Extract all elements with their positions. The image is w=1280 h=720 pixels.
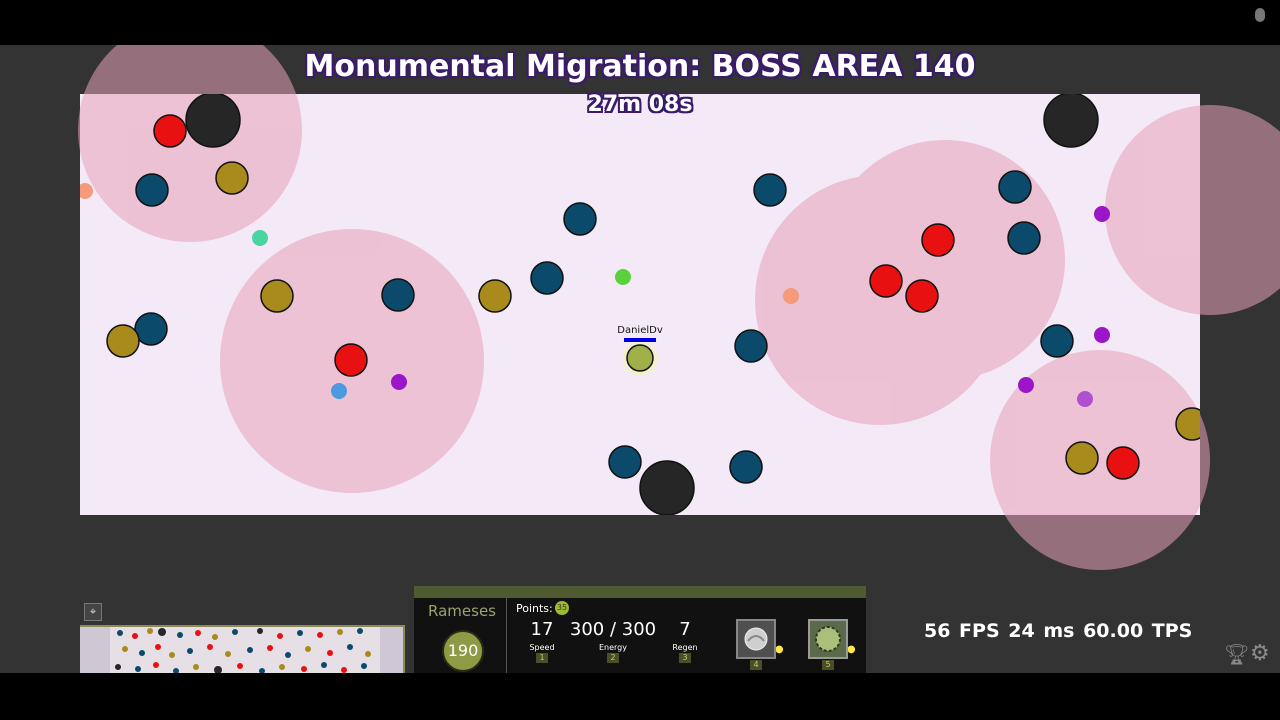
hero-name: Rameses (428, 602, 496, 620)
enemy-blue (135, 173, 169, 207)
map-pin-icon[interactable]: ⌖ (84, 603, 102, 621)
performance-readout: 56 FPS 24 ms 60.00 TPS (924, 620, 1192, 642)
fps-counter: 56 FPS (924, 620, 1000, 642)
orb-blue (331, 383, 347, 399)
enemy-blue (729, 450, 763, 484)
enemy-olive (260, 279, 294, 313)
enemy-blue (1040, 324, 1074, 358)
enemy-blue (134, 312, 168, 346)
enemy-aura (825, 140, 1065, 380)
orb-orange (783, 288, 799, 304)
player-name: DanielDv (617, 325, 663, 336)
stat-regen-key: 3 (679, 653, 691, 663)
enemy-red (334, 343, 368, 377)
enemy-olive (215, 161, 249, 195)
minimap-dots (110, 627, 380, 673)
orb-green (615, 269, 631, 285)
ability-2-key-label: 5 (822, 660, 834, 670)
player-energy-bar (624, 338, 656, 342)
stat-energy-value: 300 / 300 (569, 619, 657, 640)
minimap[interactable] (80, 625, 405, 673)
stat-speed-key: 1 (536, 653, 548, 663)
orb-purple (1094, 327, 1110, 343)
stat-speed-label: Speed (529, 643, 555, 652)
orb-purple (1018, 377, 1034, 393)
tps-counter: 60.00 TPS (1083, 620, 1193, 642)
ping-counter: 24 ms (1008, 620, 1075, 642)
stat-energy[interactable]: 300 / 300 Energy 2 (568, 620, 658, 663)
enemy-blue (1007, 221, 1041, 255)
stat-speed-value: 17 (530, 619, 554, 640)
ability-2-key: 5 (822, 659, 834, 670)
hero-level-badge: 190 (442, 630, 484, 672)
enemy-aura (1105, 105, 1280, 315)
enemy-olive (1065, 441, 1099, 475)
stat-regen-value: 7 (679, 619, 691, 640)
game-viewport[interactable]: Monumental Migration: BOSS AREA 140 27m … (0, 45, 1280, 673)
orb-purple (391, 374, 407, 390)
area-timer: 27m 08s (587, 92, 693, 117)
stat-energy-label: Energy (598, 643, 627, 652)
stat-energy-key: 2 (607, 653, 619, 663)
mouse-indicator-icon (1255, 8, 1265, 22)
enemy-blue (734, 329, 768, 363)
ability-1-key: 4 (750, 659, 762, 670)
hud-experience-bar (414, 586, 866, 598)
area-title: Monumental Migration: BOSS AREA 140 (304, 49, 976, 84)
orb-purple (1077, 391, 1093, 407)
enemy-blue (608, 445, 642, 479)
orb-teal (252, 230, 268, 246)
gear-icon[interactable]: ⚙ (1250, 641, 1270, 666)
enemy-red (1106, 446, 1140, 480)
enemy-red (153, 114, 187, 148)
hud-divider (506, 598, 507, 673)
enemy-blue (530, 261, 564, 295)
player-hero (626, 344, 654, 372)
enemy-black (639, 460, 695, 515)
enemy-blue (998, 170, 1032, 204)
stat-speed[interactable]: 17 Speed 1 (522, 620, 562, 663)
enemy-red (905, 279, 939, 313)
enemy-red (869, 264, 903, 298)
stat-regen[interactable]: 7 Regen 3 (665, 620, 705, 663)
orb-purple (1094, 206, 1110, 222)
points-label: Points: (516, 602, 553, 615)
ability-ring-icon[interactable] (808, 619, 848, 659)
enemy-olive (106, 324, 140, 358)
enemy-blue (563, 202, 597, 236)
orb-orange (80, 183, 93, 199)
world-layer (78, 45, 1280, 570)
ability-boulder-icon[interactable] (736, 619, 776, 659)
ability-1-key-label: 4 (750, 660, 762, 670)
enemy-red (921, 223, 955, 257)
enemy-olive (478, 279, 512, 313)
points-badge: 35 (555, 601, 569, 615)
trophy-icon[interactable]: 🏆︎ (1224, 642, 1249, 666)
enemy-blue (753, 173, 787, 207)
enemy-blue (381, 278, 415, 312)
hero-hud: Rameses 190 Points: 35 17 Speed 1 300 / … (414, 586, 866, 673)
stat-regen-label: Regen (672, 643, 698, 652)
